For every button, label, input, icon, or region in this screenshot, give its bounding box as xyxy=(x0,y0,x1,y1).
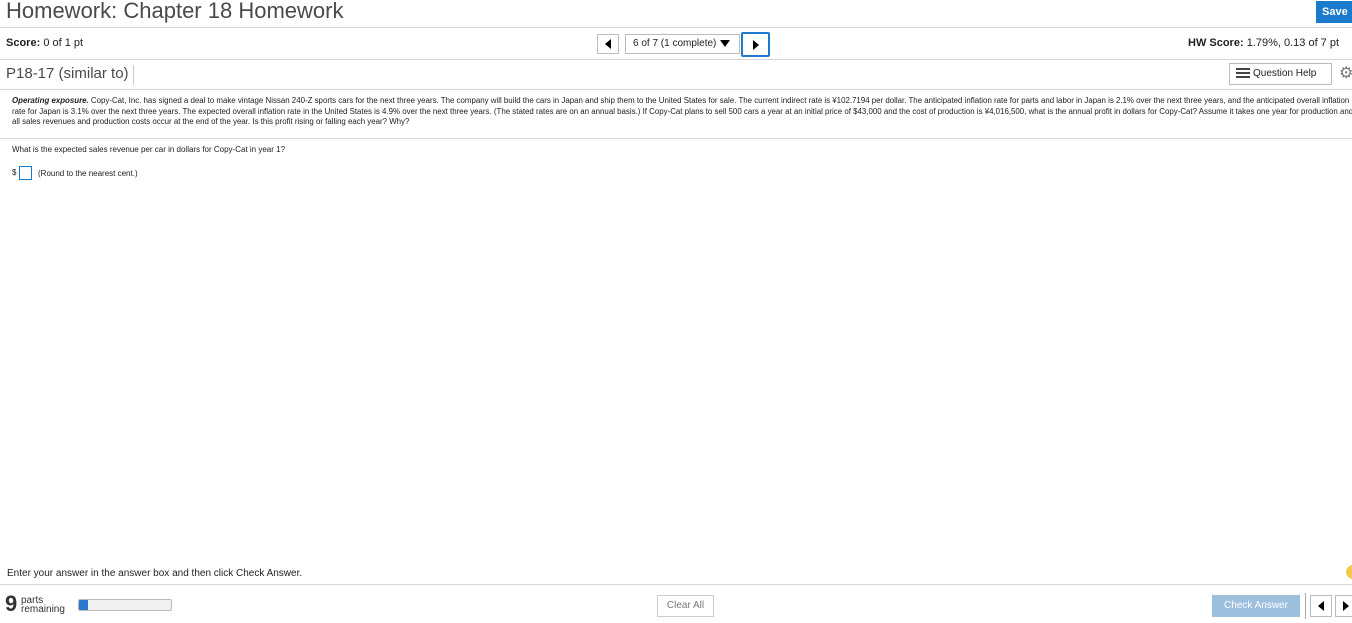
gear-icon[interactable]: ⚙ xyxy=(1339,66,1352,82)
caret-down-icon xyxy=(720,39,731,47)
question-help-label: Question Help xyxy=(1253,68,1317,79)
list-icon xyxy=(1236,68,1250,79)
separator xyxy=(1305,593,1306,619)
question-help-button[interactable]: Question Help xyxy=(1229,63,1332,85)
parts-progress-fill xyxy=(79,600,89,610)
question-bar: P18-17 (similar to) Question Help ⚙ xyxy=(0,60,1352,90)
problem-statement: Operating exposure. Copy-Cat, Inc. has s… xyxy=(12,96,1352,128)
problem-body: Copy-Cat, Inc. has signed a deal to make… xyxy=(12,96,1352,126)
caret-left-icon xyxy=(1318,601,1324,611)
problem-heading: Operating exposure. xyxy=(12,96,89,105)
caret-right-icon xyxy=(753,40,759,50)
divider xyxy=(0,584,1352,585)
title-bar: Homework: Chapter 18 Homework Save xyxy=(0,0,1352,28)
part-question: What is the expected sales revenue per c… xyxy=(12,145,286,154)
score-label: Score: xyxy=(6,37,41,49)
score-value: 0 of 1 pt xyxy=(43,37,84,49)
page-title: Homework: Chapter 18 Homework xyxy=(6,0,344,23)
answer-instruction: Enter your answer in the answer box and … xyxy=(7,568,303,579)
remaining-word: remaining xyxy=(21,604,65,615)
score-display: Score: 0 of 1 pt xyxy=(6,37,83,49)
caret-right-icon xyxy=(1343,601,1349,611)
previous-part-button[interactable] xyxy=(1310,595,1332,617)
check-answer-button[interactable]: Check Answer xyxy=(1212,595,1300,617)
save-button[interactable]: Save xyxy=(1316,1,1352,23)
parts-remaining-label: parts remaining xyxy=(21,596,65,615)
next-question-button[interactable] xyxy=(741,32,770,57)
parts-progress-bar xyxy=(78,599,172,611)
question-selector[interactable]: 6 of 7 (1 complete) xyxy=(625,34,740,54)
hw-score-label: HW Score: xyxy=(1188,37,1244,49)
previous-question-button[interactable] xyxy=(597,34,619,54)
question-id: P18-17 (similar to) xyxy=(6,65,134,85)
info-icon[interactable] xyxy=(1346,565,1352,579)
caret-left-icon xyxy=(605,39,611,49)
hw-score-display: HW Score: 1.79%, 0.13 of 7 pt xyxy=(1188,37,1339,49)
round-note: (Round to the nearest cent.) xyxy=(38,169,138,178)
hw-score-value: 1.79%, 0.13 of 7 pt xyxy=(1246,37,1340,49)
answer-input[interactable] xyxy=(19,166,32,180)
clear-all-button[interactable]: Clear All xyxy=(657,595,714,617)
parts-remaining-count: 9 xyxy=(5,591,18,616)
next-part-button[interactable] xyxy=(1335,595,1352,617)
currency-symbol: $ xyxy=(12,168,17,177)
question-selector-value: 6 of 7 (1 complete) xyxy=(633,38,717,49)
divider xyxy=(0,138,1352,139)
